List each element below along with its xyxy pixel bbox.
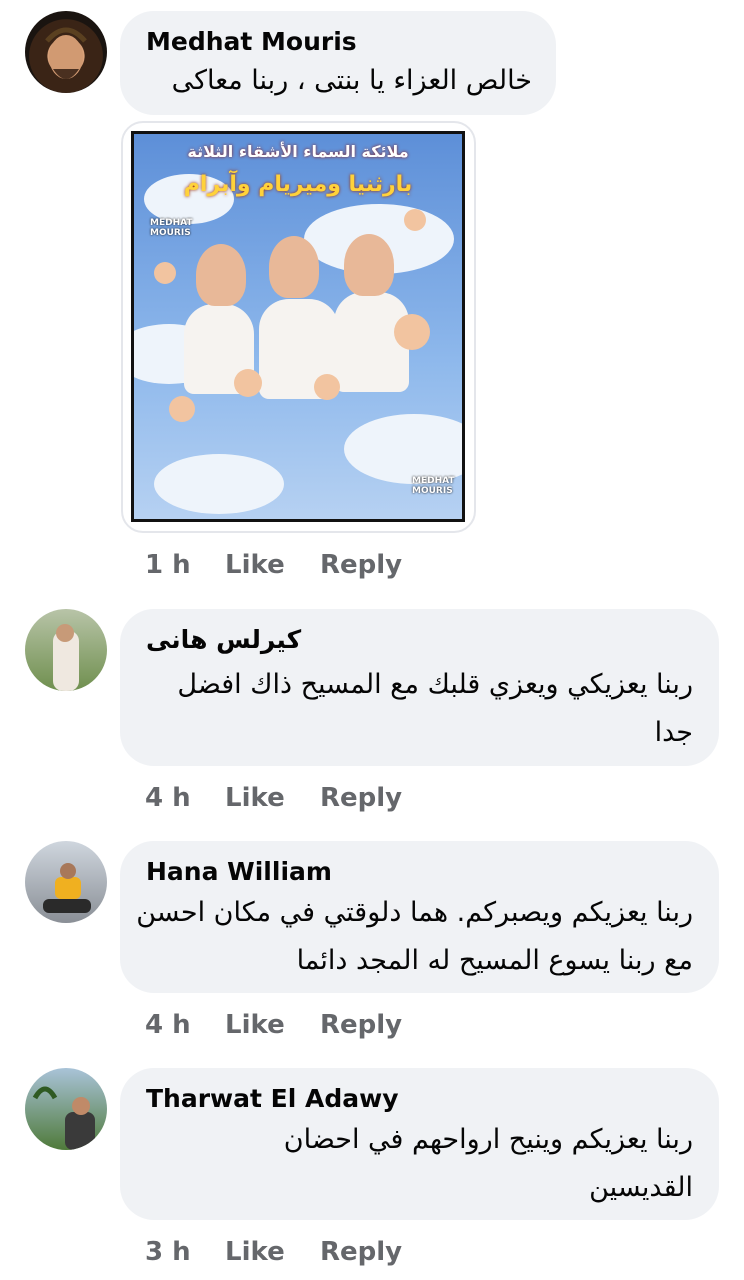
comment-time[interactable]: 4 h <box>145 1010 225 1040</box>
comment-actions: 3 h Like Reply <box>145 1232 402 1272</box>
reply-button[interactable]: Reply <box>320 783 402 813</box>
like-button[interactable]: Like <box>225 1237 320 1267</box>
comment-time[interactable]: 1 h <box>145 550 225 580</box>
comment-time[interactable]: 3 h <box>145 1237 225 1267</box>
comment-author[interactable]: Tharwat El Adawy <box>146 1084 399 1113</box>
comment-bubble: كيرلس هانى ربنا يعزيكي ويعزي قلبك مع الم… <box>120 609 719 766</box>
avatar-image <box>32 1086 95 1150</box>
avatar-image <box>53 624 79 691</box>
comment-bubble: Medhat Mouris خالص العزاء يا بنتى ، ربنا… <box>120 11 556 115</box>
poster-title: ملائكة السماء الأشقاء الثلاثة <box>187 142 409 161</box>
avatar[interactable] <box>25 609 107 691</box>
comment-bubble: Hana William ربنا يعزيكم ويصبركم. هما دل… <box>120 841 719 993</box>
avatar[interactable] <box>25 1068 107 1150</box>
comment-author[interactable]: Hana William <box>146 857 332 886</box>
comment-actions: 1 h Like Reply <box>145 545 402 585</box>
avatar-image <box>43 863 91 913</box>
avatar[interactable] <box>25 11 107 93</box>
comment-author[interactable]: كيرلس هانى <box>146 625 301 654</box>
poster-watermark: MEDHAT MOURIS <box>150 218 193 238</box>
comment-text: خالص العزاء يا بنتى ، ربنا معاكى <box>171 65 532 96</box>
like-button[interactable]: Like <box>225 550 320 580</box>
comment-actions: 4 h Like Reply <box>145 778 402 818</box>
comment-text: ربنا يعزيكم ويصبركم. هما دلوقتي في مكان … <box>136 897 693 976</box>
like-button[interactable]: Like <box>225 783 320 813</box>
comment-time[interactable]: 4 h <box>145 783 225 813</box>
reply-button[interactable]: Reply <box>320 1237 402 1267</box>
avatar[interactable] <box>25 841 107 923</box>
like-button[interactable]: Like <box>225 1010 320 1040</box>
comment-author[interactable]: Medhat Mouris <box>146 27 357 56</box>
attachment-image[interactable]: ملائكة السماء الأشقاء الثلاثة بارثنيا وم… <box>131 131 465 522</box>
comment-text: ربنا يعزيكي ويعزي قلبك مع المسيح ذاك افض… <box>177 669 693 748</box>
poster-watermark: MEDHAT MOURIS <box>412 476 455 496</box>
comment-actions: 4 h Like Reply <box>145 1005 402 1045</box>
reply-button[interactable]: Reply <box>320 1010 402 1040</box>
comment-text: ربنا يعزيكم وينيح ارواحهم في احضان القدي… <box>283 1124 693 1203</box>
comment-bubble: Tharwat El Adawy ربنا يعزيكم وينيح ارواح… <box>120 1068 719 1220</box>
avatar-image <box>45 27 87 79</box>
reply-button[interactable]: Reply <box>320 550 402 580</box>
poster-subtitle: بارثنيا وميريام وآبرام <box>183 172 413 197</box>
